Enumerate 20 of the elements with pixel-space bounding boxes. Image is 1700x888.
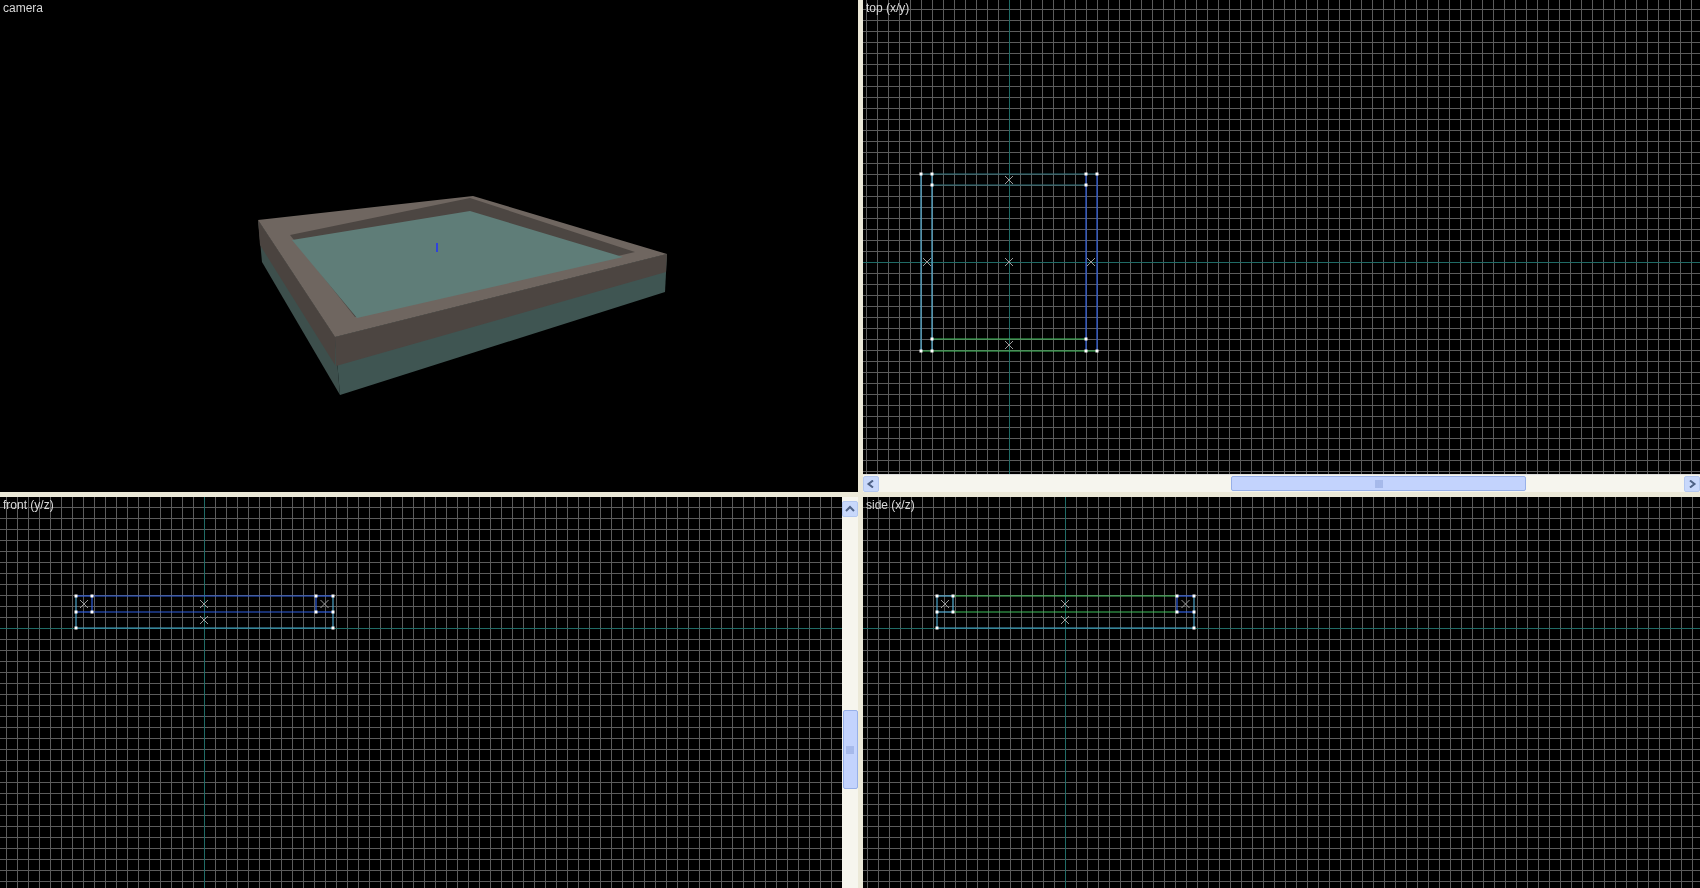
scrollbar[interactable] [842, 497, 858, 888]
chevron-up-icon [845, 505, 855, 513]
viewport-title: top (x/y) [866, 1, 910, 15]
grip-icon [846, 745, 854, 754]
scrollbar[interactable] [863, 474, 1700, 492]
viewport-panel[interactable]: camera [0, 0, 858, 492]
scroll-right-button[interactable] [1684, 475, 1700, 492]
viewport-panel[interactable]: front (y/z) [0, 497, 858, 888]
viewport-panel[interactable]: top (x/y) [863, 0, 1700, 492]
scroll-left-button[interactable] [863, 475, 879, 492]
viewport-panel[interactable]: side (x/z) [863, 497, 1700, 888]
scrollbar-thumb[interactable] [842, 710, 858, 789]
viewport-title: front (y/z) [3, 498, 54, 512]
scroll-up-button[interactable] [842, 501, 858, 517]
scrollbar-thumb[interactable] [1231, 476, 1526, 491]
chevron-left-icon [866, 479, 876, 488]
grip-icon [1374, 479, 1383, 488]
chevron-right-icon [1687, 479, 1697, 488]
viewport-title: camera [3, 1, 43, 15]
viewport-title: side (x/z) [866, 498, 915, 512]
